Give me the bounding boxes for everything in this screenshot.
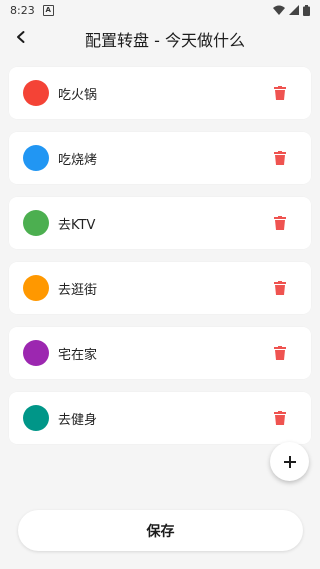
list-item: 去KTV xyxy=(9,197,311,249)
delete-button[interactable] xyxy=(268,146,292,170)
trash-icon xyxy=(274,216,286,230)
color-swatch[interactable] xyxy=(23,340,49,366)
delete-button[interactable] xyxy=(268,276,292,300)
signal-icon xyxy=(289,5,299,15)
option-list: 吃火锅 吃烧烤 去KTV 去逛街 宅在家 去健身 xyxy=(9,67,311,457)
color-swatch[interactable] xyxy=(23,275,49,301)
color-swatch[interactable] xyxy=(23,80,49,106)
item-label[interactable]: 去逛街 xyxy=(58,279,268,298)
battery-icon xyxy=(303,4,310,16)
item-label[interactable]: 吃烧烤 xyxy=(58,149,268,168)
app-bar: 配置转盘 - 今天做什么 xyxy=(0,20,320,56)
page-title: 配置转盘 - 今天做什么 xyxy=(85,31,245,50)
add-item-button[interactable] xyxy=(270,442,309,481)
status-bar: 8:23 A xyxy=(0,0,320,20)
item-label[interactable]: 吃火锅 xyxy=(58,84,268,103)
notification-icon: A xyxy=(42,4,54,16)
save-button[interactable]: 保存 xyxy=(18,510,303,551)
item-label[interactable]: 去健身 xyxy=(58,409,268,428)
color-swatch[interactable] xyxy=(23,210,49,236)
delete-button[interactable] xyxy=(268,406,292,430)
list-item: 吃烧烤 xyxy=(9,132,311,184)
list-item: 吃火锅 xyxy=(9,67,311,119)
plus-icon xyxy=(283,455,296,468)
list-item: 去健身 xyxy=(9,392,311,444)
trash-icon xyxy=(274,151,286,165)
delete-button[interactable] xyxy=(268,211,292,235)
trash-icon xyxy=(274,346,286,360)
delete-button[interactable] xyxy=(268,341,292,365)
item-label[interactable]: 宅在家 xyxy=(58,344,268,363)
color-swatch[interactable] xyxy=(23,405,49,431)
trash-icon xyxy=(274,281,286,295)
status-time: 8:23 xyxy=(10,3,35,17)
delete-button[interactable] xyxy=(268,81,292,105)
item-label[interactable]: 去KTV xyxy=(58,214,268,233)
trash-icon xyxy=(274,411,286,425)
list-item: 宅在家 xyxy=(9,327,311,379)
color-swatch[interactable] xyxy=(23,145,49,171)
list-item: 去逛街 xyxy=(9,262,311,314)
wifi-icon xyxy=(273,5,285,15)
trash-icon xyxy=(274,86,286,100)
